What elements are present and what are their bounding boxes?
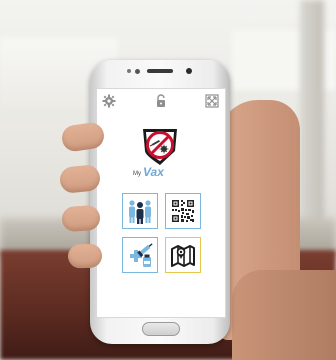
home-button[interactable]	[142, 322, 180, 336]
vaccine-tile-button[interactable]	[122, 237, 158, 273]
app-name-prefix: My	[133, 171, 141, 177]
hand-wrist	[232, 270, 336, 360]
finger-ring	[61, 204, 101, 233]
app-name: Vax	[143, 165, 164, 179]
myvax-logo-shield-icon	[143, 129, 177, 165]
vaccine-icon	[130, 243, 153, 267]
proximity-sensor	[127, 69, 131, 73]
family-tile-button[interactable]	[122, 193, 158, 229]
map-icon	[171, 245, 195, 267]
map-tile-button[interactable]	[165, 237, 201, 273]
qr-code-icon	[171, 199, 195, 223]
family-icon	[129, 200, 151, 224]
smartphone: My Vax	[90, 60, 230, 344]
qr-code-tile-button[interactable]	[165, 193, 201, 229]
app-wordmark: My Vax	[133, 165, 193, 179]
earpiece-speaker	[147, 69, 173, 73]
light-sensor	[135, 69, 140, 74]
background-pillar	[300, 0, 324, 250]
gear-icon[interactable]	[102, 94, 116, 108]
expand-icon[interactable]	[205, 94, 219, 108]
app-screen: My Vax	[96, 88, 226, 318]
unlock-icon[interactable]	[154, 94, 168, 108]
finger-little	[67, 243, 103, 269]
front-camera	[186, 68, 192, 74]
